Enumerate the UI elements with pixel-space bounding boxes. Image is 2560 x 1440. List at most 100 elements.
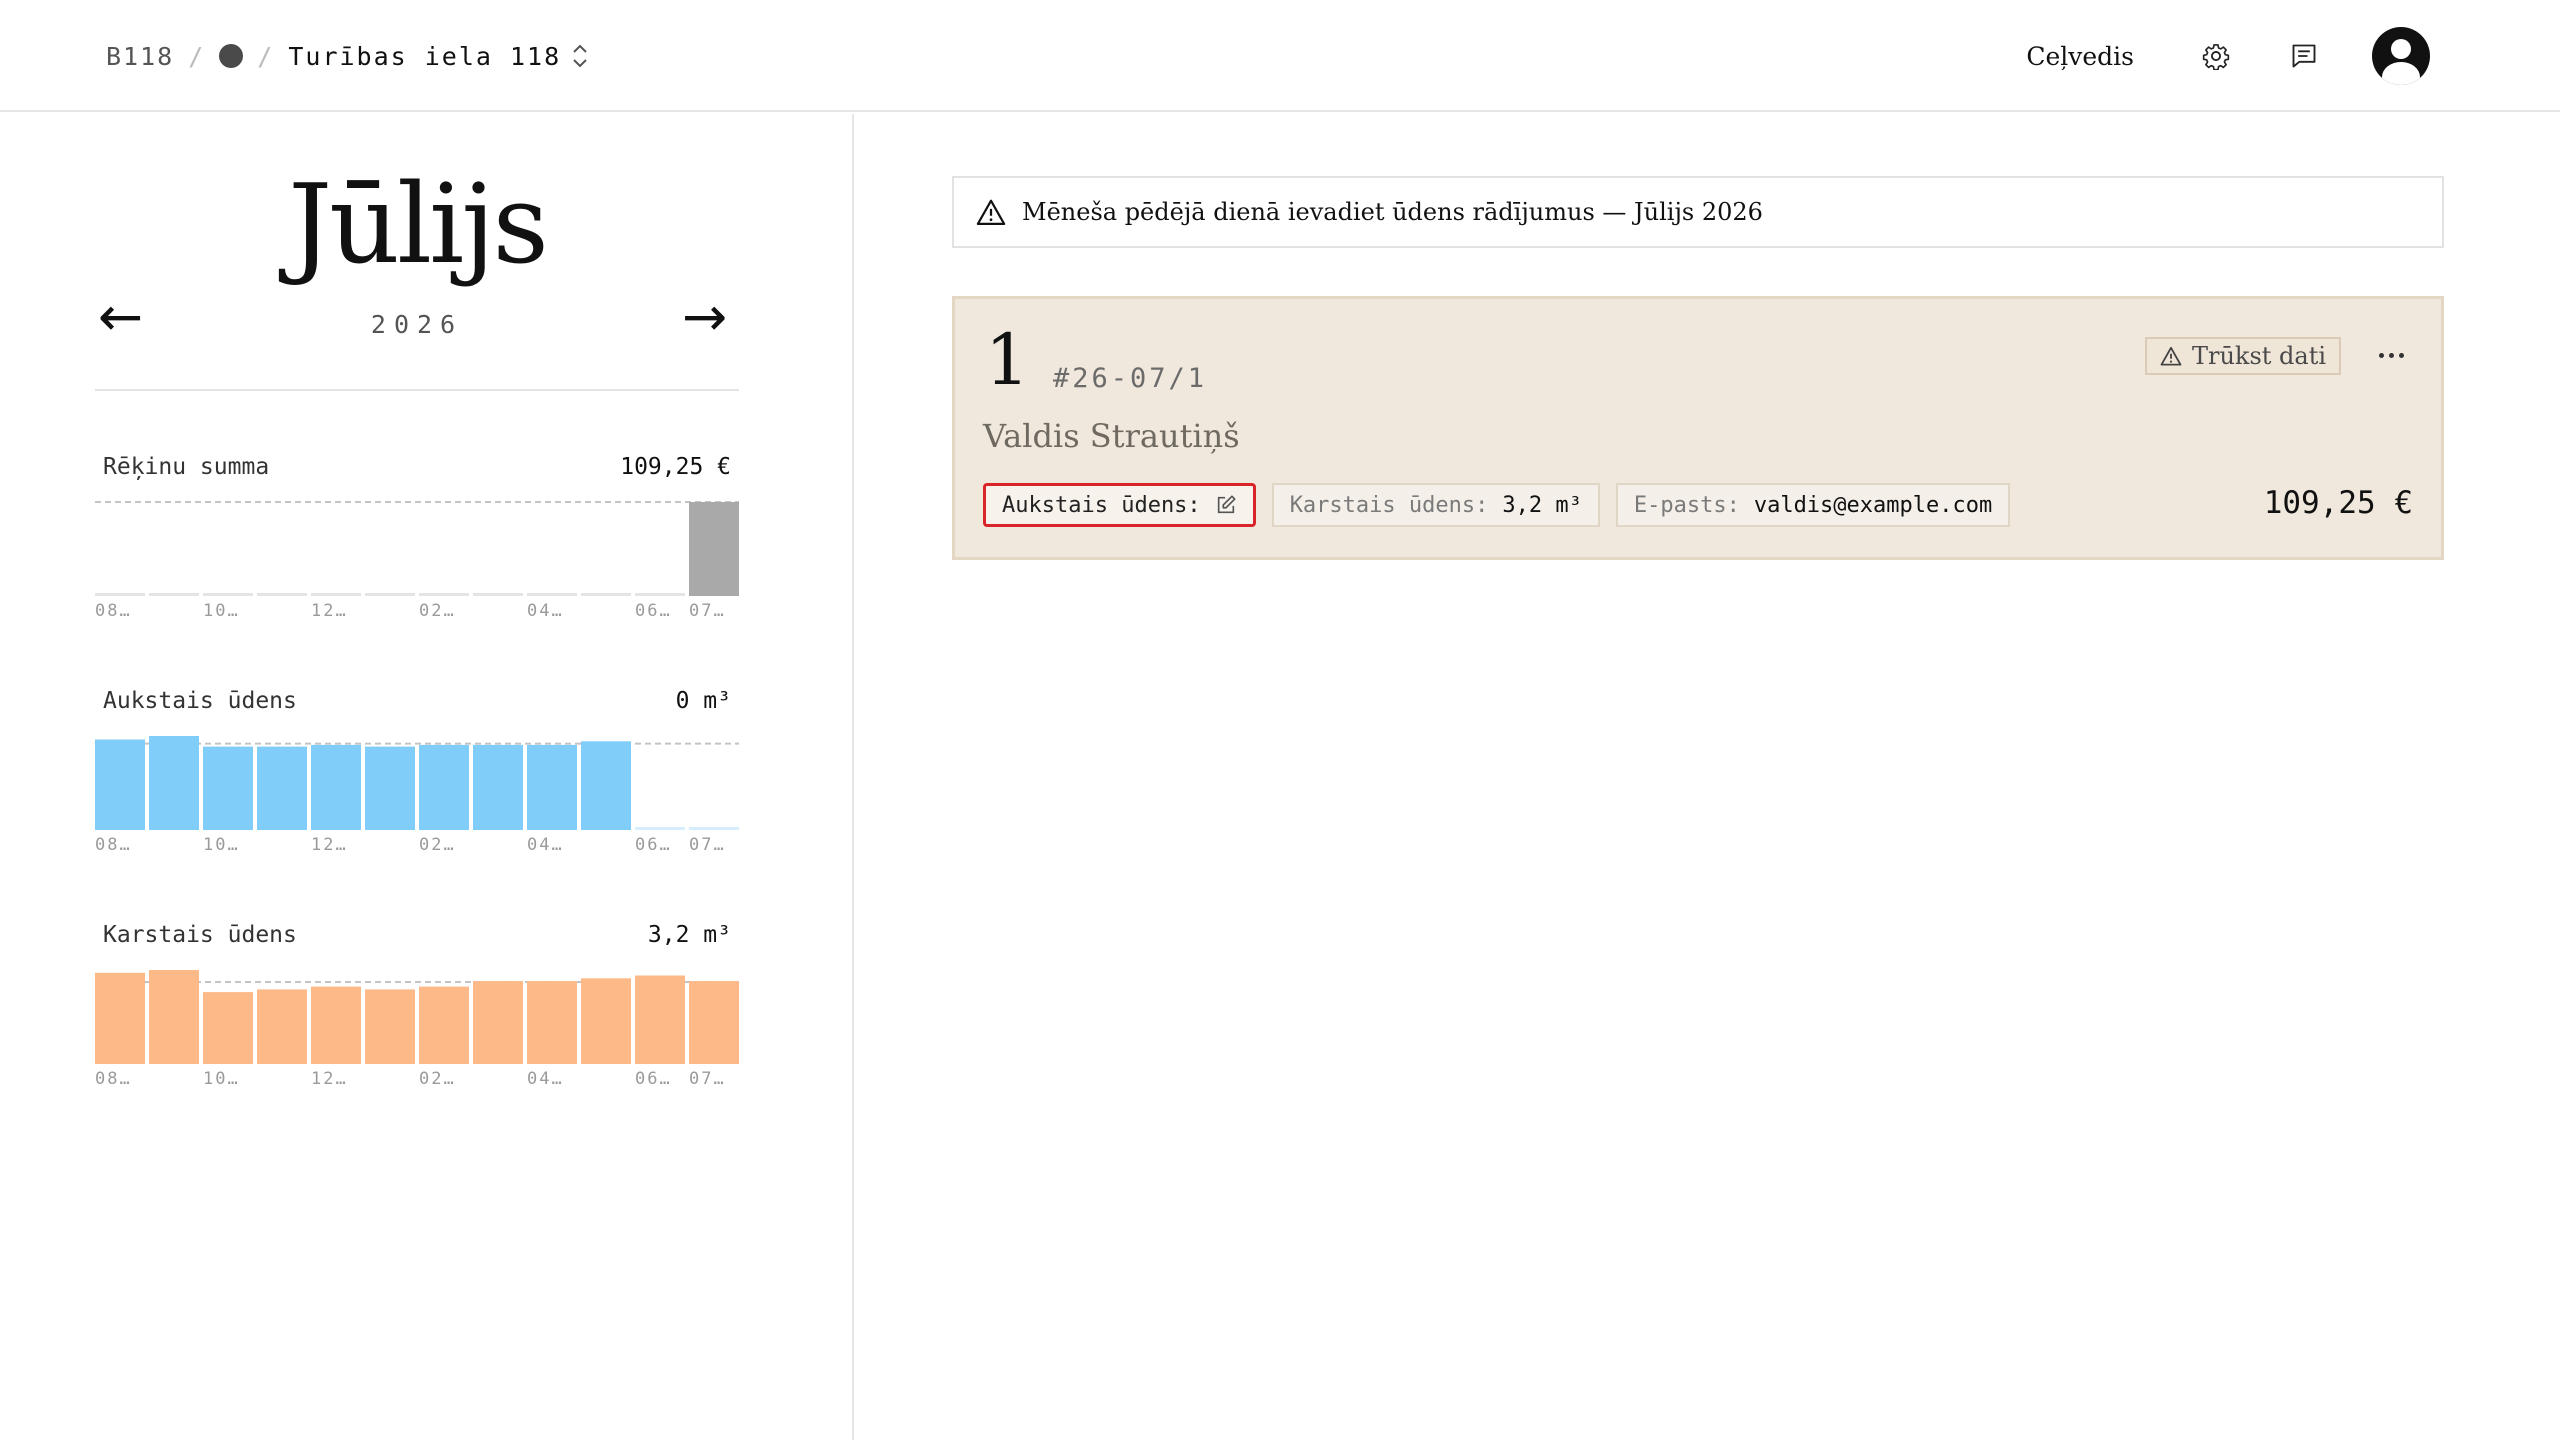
missing-data-badge: Trūkst dati — [2145, 337, 2341, 375]
tick-label: 12… — [311, 835, 348, 852]
chart-bar[interactable] — [581, 741, 631, 830]
hot-water-chip: Karstais ūdens: 3,2 m³ — [1271, 483, 1600, 527]
cold-water-chart: 08… 10… 12… 02… 04… 06… 07… — [95, 736, 739, 852]
chart-bar[interactable] — [149, 593, 199, 596]
chart-bar[interactable] — [149, 736, 199, 830]
chart-bar[interactable] — [149, 970, 199, 1064]
tick-label: 07… — [689, 835, 726, 852]
chart-bar[interactable] — [257, 746, 307, 830]
invoice-id: #26-07/1 — [1053, 363, 1208, 394]
tick-label: 04… — [527, 601, 564, 618]
alert-text: Mēneša pēdējā dienā ievadiet ūdens rādīj… — [1022, 198, 1763, 226]
metric-hot-water: Karstais ūdens 3,2 m³ 08… 10… 12… 02… 04… 06…… — [95, 922, 739, 1086]
message-icon[interactable] — [2284, 36, 2324, 76]
month-title: Jūlijs — [288, 160, 549, 288]
apartment-number: 1 — [985, 319, 1030, 401]
warning-icon — [976, 198, 1006, 226]
building-code[interactable]: B118 — [106, 42, 174, 71]
invoice-sum-chart: 08… 10… 12… 02… 04… 06… 07… — [95, 501, 739, 618]
metric-value: 3,2 m³ — [647, 922, 731, 948]
email-chip: E-pasts: valdis@example.com — [1615, 483, 2011, 527]
divider — [95, 389, 739, 391]
header-actions: Ceļvedis — [2026, 26, 2430, 86]
chart-bar[interactable] — [473, 744, 523, 830]
email-value[interactable]: valdis@example.com — [1754, 493, 1992, 518]
tick-label: 10… — [203, 601, 240, 618]
chart-bar[interactable] — [419, 593, 469, 596]
chart-bar[interactable] — [257, 593, 307, 596]
apartment-card[interactable]: 1 #26-07/1 Valdis Strautiņš Trūkst dati … — [952, 296, 2444, 560]
chart-bar[interactable] — [689, 981, 739, 1064]
meter-chips: Aukstais ūdens: Karstais ūdens: 3,2 m³ E… — [983, 483, 2026, 527]
year-label: 2026 — [370, 310, 464, 339]
chart-bar[interactable] — [473, 981, 523, 1064]
meter-reading-alert: Mēneša pēdējā dienā ievadiet ūdens rādīj… — [952, 176, 2444, 248]
tick-label: 04… — [527, 835, 564, 852]
chart-bar[interactable] — [635, 827, 685, 830]
chart-bar[interactable] — [635, 593, 685, 596]
chart-bar[interactable] — [419, 744, 469, 830]
metric-invoice-sum: Rēķinu summa 109,25 € 08… 10… 12… 02… 04… 06…… — [95, 454, 739, 618]
guide-link[interactable]: Ceļvedis — [2026, 42, 2134, 71]
tenant-name: Valdis Strautiņš — [983, 417, 1240, 455]
tick-label: 12… — [311, 601, 348, 618]
chart-bar[interactable] — [527, 981, 577, 1064]
tick-label: 02… — [419, 835, 456, 852]
chart-bar[interactable] — [203, 746, 253, 830]
hot-water-label: Karstais ūdens: — [1289, 492, 1489, 518]
chart-bar[interactable] — [689, 502, 739, 596]
edit-icon[interactable] — [1215, 494, 1237, 516]
breadcrumb: B118 / / Turības iela 118 — [106, 36, 589, 76]
cold-water-chip[interactable]: Aukstais ūdens: — [983, 483, 1256, 527]
metric-cold-water: Aukstais ūdens 0 m³ 08… 10… 12… 02… 04… 06… 07… — [95, 688, 739, 852]
hot-water-chart: 08… 10… 12… 02… 04… 06… 07… — [95, 970, 739, 1086]
chart-bar[interactable] — [689, 827, 739, 830]
chart-bar[interactable] — [527, 744, 577, 830]
chart-bar[interactable] — [581, 593, 631, 596]
address-selector[interactable]: Turības iela 118 — [288, 42, 561, 71]
warning-icon — [2160, 346, 2182, 366]
tick-label: 08… — [95, 601, 132, 618]
missing-data-label: Trūkst dati — [2191, 342, 2327, 370]
cold-water-label: Aukstais ūdens: — [1002, 492, 1201, 518]
chart-bar[interactable] — [581, 978, 631, 1064]
chart-bar[interactable] — [257, 989, 307, 1064]
gear-icon[interactable] — [2196, 36, 2236, 76]
tick-label: 07… — [689, 601, 726, 618]
chevron-up-down-icon[interactable] — [571, 43, 589, 69]
tick-label: 08… — [95, 835, 132, 852]
chart-bar[interactable] — [419, 986, 469, 1064]
chart-bar[interactable] — [527, 593, 577, 596]
tick-label: 10… — [203, 835, 240, 852]
user-avatar-icon[interactable] — [2372, 27, 2430, 85]
chart-bar[interactable] — [365, 593, 415, 596]
chart-bar[interactable] — [311, 744, 361, 830]
tick-label: 02… — [419, 601, 456, 618]
chart-bar[interactable] — [311, 593, 361, 596]
tick-label: 06… — [635, 601, 672, 618]
metric-value: 0 m³ — [675, 688, 731, 714]
tick-label: 10… — [203, 1069, 240, 1086]
tick-label: 07… — [689, 1069, 726, 1086]
tick-label: 02… — [419, 1069, 456, 1086]
apartment-total: 109,25 € — [2263, 485, 2413, 521]
building-status-dot — [219, 44, 244, 68]
metric-title: Karstais ūdens — [103, 922, 297, 948]
top-bar: B118 / / Turības iela 118 Ceļvedis — [0, 0, 2560, 112]
chart-bar[interactable] — [95, 593, 145, 596]
chart-bar[interactable] — [473, 593, 523, 596]
chart-bar[interactable] — [635, 975, 685, 1065]
chart-bar[interactable] — [203, 593, 253, 596]
breadcrumb-separator: / — [257, 41, 275, 71]
chart-bar[interactable] — [203, 992, 253, 1064]
chart-bar[interactable] — [365, 989, 415, 1064]
more-options-icon[interactable] — [2371, 335, 2411, 375]
chart-bar[interactable] — [365, 746, 415, 830]
chart-bar[interactable] — [95, 972, 145, 1064]
email-label: E-pasts: — [1633, 492, 1740, 518]
tick-label: 06… — [635, 1069, 672, 1086]
chart-bar[interactable] — [311, 986, 361, 1064]
tick-label: 08… — [95, 1069, 132, 1086]
metric-value: 109,25 € — [620, 454, 731, 480]
chart-bar[interactable] — [95, 739, 145, 831]
